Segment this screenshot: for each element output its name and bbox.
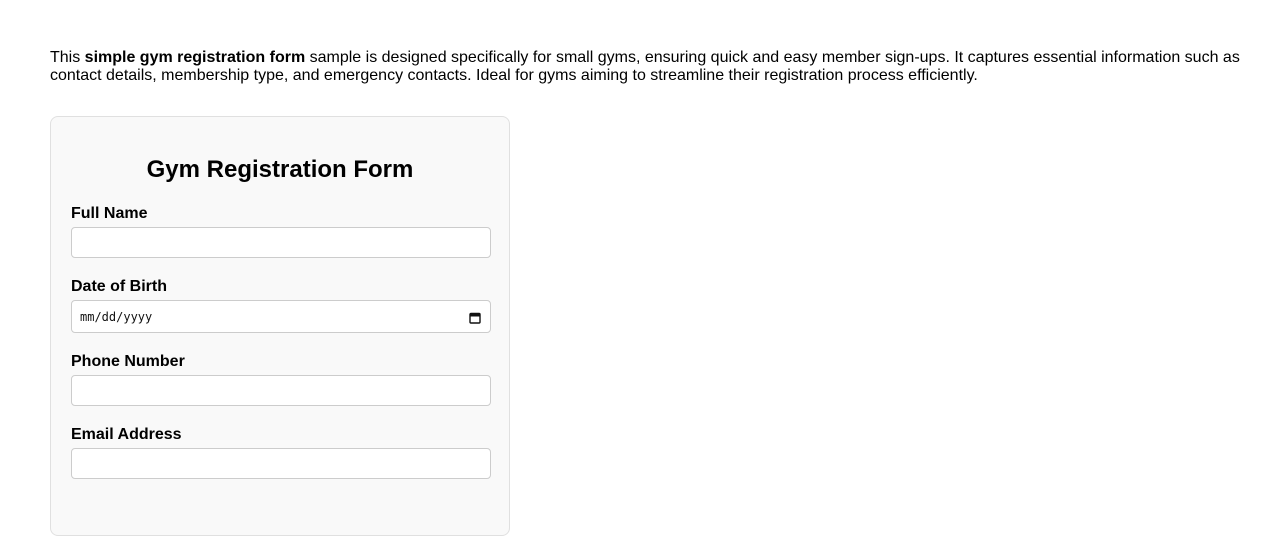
intro-highlight: simple gym registration form [84,49,306,66]
gym-registration-form: Gym Registration Form Full Name Date of … [50,116,510,536]
intro-lead: This [50,49,85,66]
calendar-icon[interactable] [469,311,481,324]
form-title: Gym Registration Form [146,156,414,183]
intro-paragraph: This simple gym registration form sample… [50,49,1240,85]
full-name-label: Full Name [71,205,148,222]
phone-number-label: Phone Number [71,353,185,370]
phone-number-input[interactable] [71,375,491,406]
date-of-birth-label: Date of Birth [71,278,167,295]
email-address-input[interactable] [71,448,491,479]
email-address-label: Email Address [71,426,182,443]
full-name-input[interactable] [71,227,491,258]
date-of-birth-placeholder: mm/dd/yyyy [80,309,153,324]
date-of-birth-input[interactable]: mm/dd/yyyy [71,300,491,333]
